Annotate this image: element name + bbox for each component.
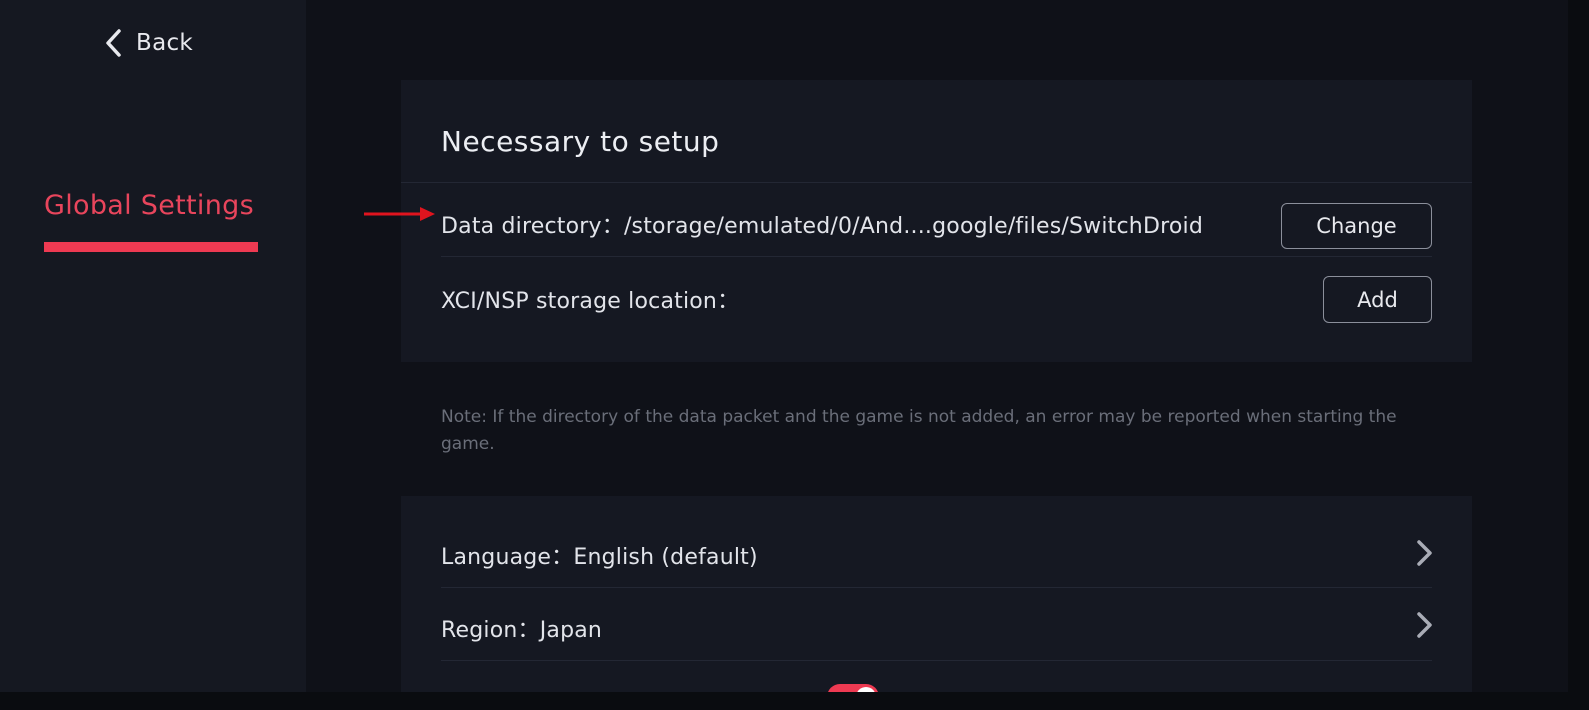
back-button[interactable]: Back (104, 26, 193, 60)
divider (441, 660, 1432, 661)
chevron-right-icon[interactable] (1414, 611, 1434, 639)
sidebar-item-global-settings[interactable]: Global Settings (44, 190, 258, 252)
chevron-left-icon (106, 29, 121, 57)
language-setting[interactable]: Language：English (default) (441, 539, 758, 571)
settings-card (401, 496, 1472, 692)
sidebar: Back Global Settings (0, 0, 306, 710)
data-directory-label: Data directory：/storage/emulated/0/And..… (441, 214, 1203, 239)
right-edge (1568, 0, 1589, 710)
setup-card-title: Necessary to setup (441, 125, 720, 158)
chevron-right-icon[interactable] (1414, 539, 1434, 567)
divider (441, 256, 1432, 257)
xci-storage-label: XCI/NSP storage location： (441, 289, 740, 314)
active-indicator (44, 242, 258, 252)
sidebar-item-label: Global Settings (44, 190, 254, 221)
partial-toggle[interactable] (827, 684, 879, 692)
arrow-right-icon (364, 207, 435, 221)
add-button[interactable]: Add (1323, 276, 1432, 323)
setup-note: Note: If the directory of the data packe… (441, 407, 1397, 454)
change-button[interactable]: Change (1281, 203, 1432, 249)
divider (441, 587, 1432, 588)
region-setting[interactable]: Region：Japan (441, 612, 602, 644)
divider (401, 182, 1472, 183)
bottom-edge (0, 692, 1589, 710)
back-label: Back (136, 30, 194, 56)
